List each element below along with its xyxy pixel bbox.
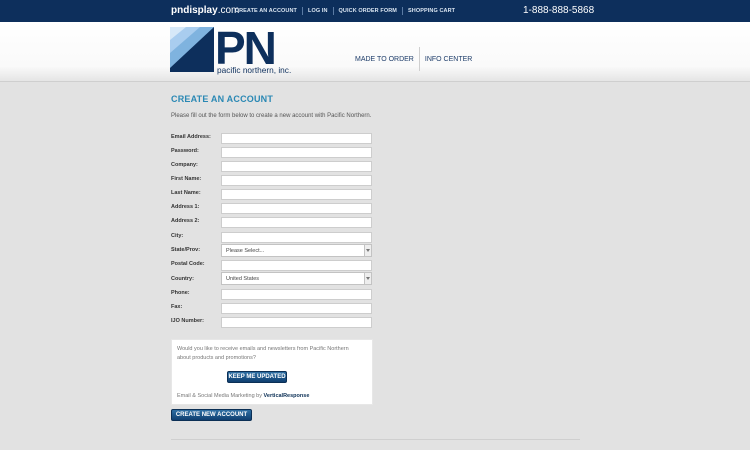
- chevron-down-icon: [364, 245, 371, 256]
- fax-field[interactable]: [221, 303, 372, 314]
- state-select-value: Please Select...: [226, 248, 265, 254]
- email-label: Email Address:: [171, 134, 211, 140]
- keep-me-updated-button[interactable]: KEEP ME UPDATED: [227, 371, 287, 383]
- fax-label: Fax:: [171, 304, 183, 310]
- top-nav-quick-order-form[interactable]: QUICK ORDER FORM: [334, 8, 402, 14]
- last-name-label: Last Name:: [171, 190, 201, 196]
- company-field[interactable]: [221, 161, 372, 172]
- postal-code-field[interactable]: [221, 260, 372, 271]
- footer-divider: [171, 439, 580, 440]
- address2-label: Address 2:: [171, 218, 200, 224]
- email-field[interactable]: [221, 133, 372, 144]
- top-nav-shopping-cart[interactable]: SHOPPING CART: [403, 8, 460, 14]
- main-nav-made-to-order[interactable]: MADE TO ORDER: [355, 56, 414, 63]
- address2-field[interactable]: [221, 217, 372, 228]
- phone-number: 1-888-888-5868: [523, 5, 595, 16]
- city-field[interactable]: [221, 232, 372, 243]
- top-nav: CREATE AN ACCOUNT LOG IN QUICK ORDER FOR…: [230, 7, 460, 15]
- newsletter-question: Would you like to receive emails and new…: [177, 346, 349, 361]
- newsletter-box: Would you like to receive emails and new…: [171, 339, 373, 405]
- address1-label: Address 1:: [171, 204, 200, 210]
- country-label: Country:: [171, 276, 194, 282]
- password-label: Password:: [171, 148, 199, 154]
- top-nav-log-in[interactable]: LOG IN: [303, 8, 333, 14]
- state-label: State/Prov:: [171, 247, 201, 253]
- logo-mark-icon: [170, 27, 214, 72]
- first-name-field[interactable]: [221, 175, 372, 186]
- nav-divider: [418, 47, 420, 71]
- ijo-number-field[interactable]: [221, 317, 372, 328]
- password-field[interactable]: [221, 147, 372, 158]
- newsletter-credit: Email & Social Media Marketing by Vertic…: [177, 393, 309, 399]
- main-nav: MADE TO ORDER INFO CENTER: [355, 47, 472, 71]
- verticalresponse-link[interactable]: VerticalResponse: [264, 393, 310, 399]
- phone-label: Phone:: [171, 290, 190, 296]
- phone-field[interactable]: [221, 289, 372, 300]
- newsletter-credit-prefix: Email & Social Media Marketing by: [177, 393, 264, 399]
- top-bar: pndisplay.com CREATE AN ACCOUNT LOG IN Q…: [0, 0, 750, 22]
- country-select-value: United States: [226, 276, 260, 282]
- postal-code-label: Postal Code:: [171, 261, 205, 267]
- top-nav-create-account[interactable]: CREATE AN ACCOUNT: [230, 8, 302, 14]
- logo-company-name: pacific northern, inc.: [217, 65, 291, 75]
- page-title: CREATE AN ACCOUNT: [171, 94, 274, 104]
- address1-field[interactable]: [221, 203, 372, 214]
- first-name-label: First Name:: [171, 176, 202, 182]
- chevron-down-icon: [364, 273, 371, 284]
- company-label: Company:: [171, 162, 198, 168]
- create-new-account-button[interactable]: CREATE NEW ACCOUNT: [171, 409, 252, 421]
- country-select[interactable]: United States: [221, 272, 372, 285]
- pacific-northern-logo[interactable]: PN pacific northern, inc.: [170, 27, 307, 75]
- intro-text: Please fill out the form below to create…: [171, 113, 372, 119]
- ijo-number-label: IJO Number:: [171, 318, 205, 324]
- last-name-field[interactable]: [221, 189, 372, 200]
- city-label: City:: [171, 233, 184, 239]
- main-nav-info-center[interactable]: INFO CENTER: [425, 56, 472, 63]
- state-select[interactable]: Please Select...: [221, 244, 372, 257]
